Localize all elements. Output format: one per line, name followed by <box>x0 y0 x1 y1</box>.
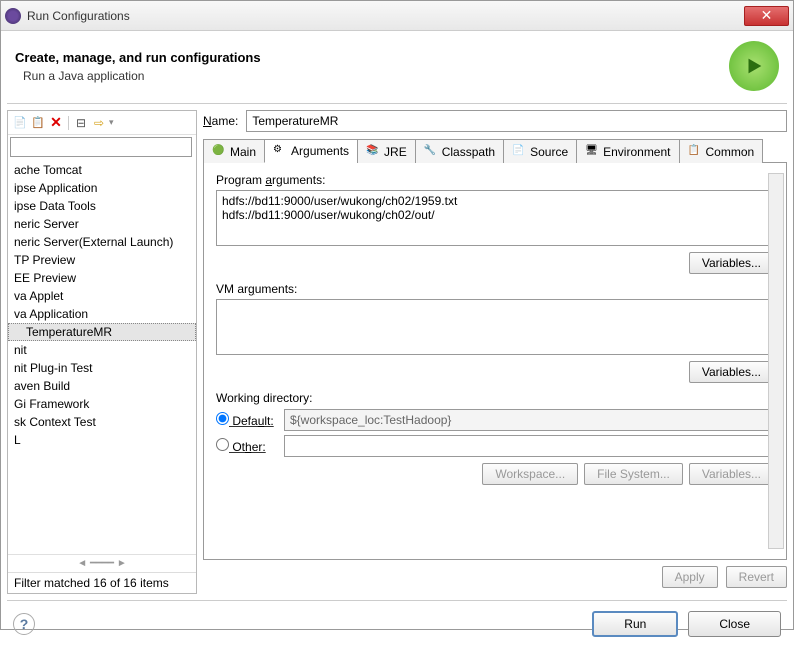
config-toolbar: ✕ ▾ <box>8 111 196 135</box>
tree-item[interactable]: sk Context Test <box>8 413 196 431</box>
common-icon: 📋 <box>688 145 702 159</box>
delete-config-icon[interactable]: ✕ <box>48 115 64 131</box>
tree-item[interactable]: EE Preview <box>8 269 196 287</box>
header-title: Create, manage, and run configurations <box>15 50 729 65</box>
tab-bar: 🟢 Main ⚙ Arguments 📚 JRE 🔧 Classpath 📄 Source 🖥 Env… <box>203 138 787 163</box>
filesystem-button[interactable]: File System... <box>584 463 683 485</box>
duplicate-config-icon[interactable] <box>30 115 46 131</box>
name-input[interactable] <box>246 110 787 132</box>
filter-icon[interactable] <box>91 115 107 131</box>
titlebar: Run Configurations ✕ <box>1 1 793 31</box>
tree-item[interactable]: neric Server(External Launch) <box>8 233 196 251</box>
tree-item[interactable]: aven Build <box>8 377 196 395</box>
tree-item[interactable]: va Applet <box>8 287 196 305</box>
tree-item[interactable]: Gi Framework <box>8 395 196 413</box>
jre-icon: 📚 <box>366 145 380 159</box>
new-config-icon[interactable] <box>12 115 28 131</box>
arguments-icon: ⚙ <box>273 144 287 158</box>
program-variables-button[interactable]: Variables... <box>689 252 774 274</box>
source-icon: 📄 <box>512 145 526 159</box>
window-close-button[interactable]: ✕ <box>744 6 789 26</box>
tree-item[interactable]: nit <box>8 341 196 359</box>
tab-common[interactable]: 📋 Common <box>679 139 764 163</box>
arguments-tab-content: Program arguments: Variables... VM argum… <box>203 163 787 560</box>
config-tree[interactable]: ache Tomcatipse Applicationipse Data Too… <box>8 159 196 554</box>
horizontal-scrollbar[interactable]: ◄ ━━━━ ► <box>8 554 196 572</box>
program-args-label: Program arguments: <box>216 173 774 187</box>
revert-button[interactable]: Revert <box>726 566 787 588</box>
working-dir-label: Working directory: <box>216 391 774 405</box>
tab-label: Common <box>706 145 755 159</box>
program-args-textarea[interactable] <box>216 190 774 246</box>
tree-item[interactable]: va Application <box>8 305 196 323</box>
apply-button[interactable]: Apply <box>662 566 718 588</box>
vm-variables-button[interactable]: Variables... <box>689 361 774 383</box>
other-dir-input[interactable] <box>284 435 774 457</box>
tree-item[interactable]: ipse Application <box>8 179 196 197</box>
tree-item[interactable]: L <box>8 431 196 449</box>
environment-icon: 🖥 <box>585 145 599 159</box>
window-title: Run Configurations <box>27 9 744 23</box>
tab-main[interactable]: 🟢 Main <box>203 139 265 163</box>
vm-args-textarea[interactable] <box>216 299 774 355</box>
close-button[interactable]: Close <box>688 611 781 637</box>
run-button[interactable]: Run <box>592 611 678 637</box>
help-icon[interactable]: ? <box>13 613 35 635</box>
workspace-button[interactable]: Workspace... <box>482 463 578 485</box>
tree-item[interactable]: neric Server <box>8 215 196 233</box>
tab-label: Main <box>230 145 256 159</box>
tree-item[interactable]: TP Preview <box>8 251 196 269</box>
tree-item[interactable]: ipse Data Tools <box>8 197 196 215</box>
tree-item[interactable]: TemperatureMR <box>8 323 196 341</box>
filter-input[interactable] <box>10 137 192 157</box>
tab-label: Classpath <box>442 145 495 159</box>
default-radio[interactable]: Default: <box>216 412 276 428</box>
run-icon <box>729 41 779 91</box>
tab-arguments[interactable]: ⚙ Arguments <box>264 139 358 163</box>
tab-environment[interactable]: 🖥 Environment <box>576 139 679 163</box>
config-detail-panel: Name: 🟢 Main ⚙ Arguments 📚 JRE 🔧 Classpath 📄 Sour… <box>203 110 787 594</box>
eclipse-icon <box>5 8 21 24</box>
dropdown-arrow-icon[interactable]: ▾ <box>109 117 114 128</box>
tab-label: Source <box>530 145 568 159</box>
vertical-scrollbar[interactable] <box>768 173 784 549</box>
tab-jre[interactable]: 📚 JRE <box>357 139 416 163</box>
main-icon: 🟢 <box>212 145 226 159</box>
other-radio[interactable]: Other: <box>216 438 276 454</box>
tab-label: Arguments <box>291 144 349 158</box>
dialog-footer: ? Run Close <box>7 600 787 647</box>
toolbar-separator <box>68 116 69 130</box>
tab-label: Environment <box>603 145 670 159</box>
classpath-icon: 🔧 <box>424 145 438 159</box>
default-dir-input <box>284 409 774 431</box>
config-tree-panel: ✕ ▾ ache Tomcatipse Applicationipse Data… <box>7 110 197 594</box>
tab-source[interactable]: 📄 Source <box>503 139 577 163</box>
dialog-header: Create, manage, and run configurations R… <box>1 31 793 97</box>
collapse-all-icon[interactable] <box>73 115 89 131</box>
tree-item[interactable]: nit Plug-in Test <box>8 359 196 377</box>
filter-status: Filter matched 16 of 16 items <box>8 572 196 593</box>
wd-variables-button[interactable]: Variables... <box>689 463 774 485</box>
vm-args-label: VM arguments: <box>216 282 774 296</box>
tab-label: JRE <box>384 145 407 159</box>
tab-classpath[interactable]: 🔧 Classpath <box>415 139 504 163</box>
header-subtitle: Run a Java application <box>23 69 729 83</box>
name-label: Name: <box>203 114 238 128</box>
tree-item[interactable]: ache Tomcat <box>8 161 196 179</box>
